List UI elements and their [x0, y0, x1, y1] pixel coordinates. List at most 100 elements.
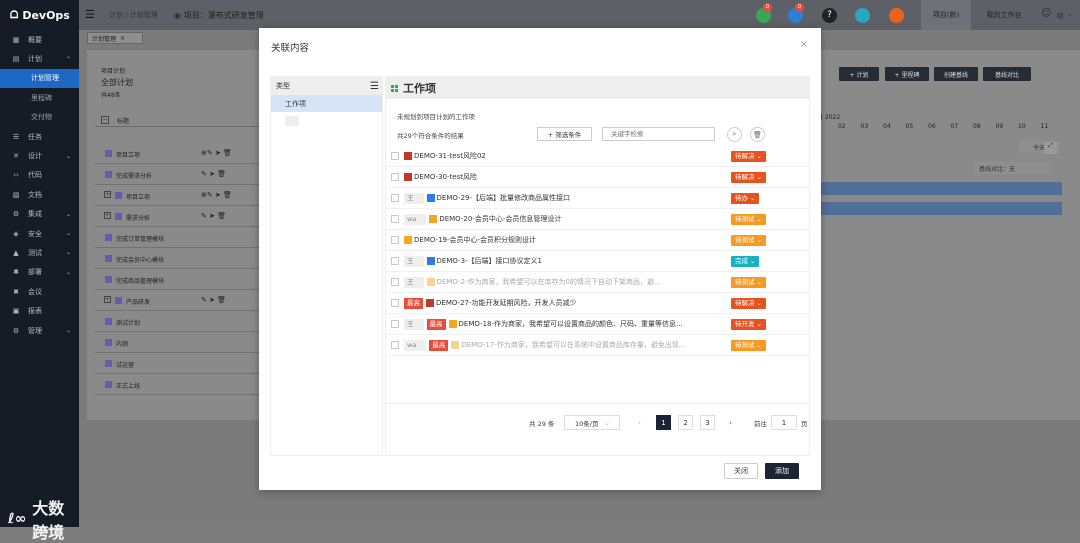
workitem-row[interactable]: 最高DEMO-27-功能开发延期风险，开发人员减少待解决⌄ — [386, 293, 809, 314]
project-name[interactable]: 项目：瀑布式研发管理 — [184, 10, 264, 21]
sidebar-item[interactable]: 计划管理 — [0, 69, 79, 88]
row-checkbox[interactable] — [391, 278, 399, 286]
add-plan-button[interactable]: + 计划 — [839, 67, 879, 81]
chevron-down-icon[interactable]: ⌄ — [1067, 11, 1072, 18]
row-actions[interactable]: ✎ ➤ 🗑 — [201, 212, 226, 220]
settings-icon[interactable] — [889, 8, 904, 23]
status-badge[interactable]: 待测试⌄ — [731, 340, 766, 351]
workitem-row[interactable]: 王DEMO-3-【后端】接口协议定义1完成⌄ — [386, 251, 809, 272]
plan-row[interactable]: 完成订单管理模块 — [95, 228, 273, 248]
prev-page-button[interactable]: ‹ — [632, 415, 647, 430]
status-badge[interactable]: 待开发⌄ — [731, 319, 766, 330]
sidebar-item[interactable]: ▦概要 — [0, 30, 79, 49]
keyword-search-input[interactable] — [602, 127, 715, 141]
sidebar-item[interactable]: ☰任务 — [0, 127, 79, 146]
close-button[interactable]: 关闭 — [724, 463, 758, 479]
app-logo[interactable]: ᗝ DevOps — [0, 0, 79, 30]
sidebar-item[interactable]: 里程碑 — [0, 88, 79, 107]
expand-row-icon[interactable]: + — [104, 296, 111, 303]
gantt-bar[interactable] — [821, 182, 1062, 195]
baseline-compare-button[interactable]: 基线对比 — [983, 67, 1031, 81]
sidebar-item[interactable]: ‹›代码 — [0, 166, 79, 185]
status-badge[interactable]: 待测试⌄ — [731, 235, 766, 246]
row-checkbox[interactable] — [391, 173, 399, 181]
link-icon[interactable] — [855, 8, 870, 23]
plan-row[interactable]: 正式上线 — [95, 375, 273, 395]
add-filter-button[interactable]: + 筛选条件 — [537, 127, 592, 141]
row-checkbox[interactable] — [391, 194, 399, 202]
sidebar-item[interactable]: ▤计划⌃ — [0, 49, 79, 68]
plan-row[interactable]: +需求分析✎ ➤ 🗑 — [95, 207, 273, 227]
plan-row[interactable]: 完成会员中心模块 — [95, 249, 273, 269]
status-badge[interactable]: 待解决⌄ — [731, 298, 766, 309]
workitem-row[interactable]: DEMO-31-test风险02待解决⌄ — [386, 146, 809, 167]
plan-row[interactable]: 项目立项⊕✎ ➤ 🗑 — [95, 144, 273, 164]
help-icon[interactable]: ? — [822, 8, 837, 23]
sidebar-item[interactable]: ▲测试⌄ — [0, 243, 79, 262]
page-tab[interactable]: 计划管理× — [87, 32, 143, 44]
workitem-row[interactable]: 王DEMO-2-作为商家，我希望可以在库存为0的情况下自动下架商品，避...待测… — [386, 272, 809, 293]
status-badge[interactable]: 待解决⌄ — [731, 151, 766, 162]
status-badge[interactable]: 完成⌄ — [731, 256, 759, 267]
menu-toggle-icon[interactable]: ☰ — [85, 8, 95, 21]
delete-icon[interactable]: 🗑 — [750, 127, 765, 142]
plan-row[interactable]: 完成商品管理模块 — [95, 270, 273, 290]
sidebar-item[interactable]: ▧文档 — [0, 185, 79, 204]
sidebar-item[interactable]: ✖会议 — [0, 282, 79, 301]
baseline-select[interactable]: 基线对比：无 — [974, 162, 1049, 174]
expand-row-icon[interactable]: + — [104, 212, 111, 219]
type-item-placeholder[interactable] — [285, 116, 299, 126]
gantt-bar[interactable] — [821, 202, 1062, 215]
row-checkbox[interactable] — [391, 215, 399, 223]
page-button[interactable]: 2 — [678, 415, 693, 430]
row-checkbox[interactable] — [391, 236, 399, 244]
workitem-row[interactable]: waDEMO-20-会员中心-会员信息管理设计待测试⌄ — [386, 209, 809, 230]
expand-icon[interactable]: ⤢ — [1044, 142, 1057, 154]
status-badge[interactable]: 待测试⌄ — [731, 214, 766, 225]
avatar[interactable]: ☺ — [1041, 8, 1051, 19]
row-actions[interactable]: ⊕✎ ➤ 🗑 — [201, 149, 232, 157]
sidebar-item[interactable]: ▣报表 — [0, 301, 79, 320]
sidebar-item[interactable]: ✕设计⌄ — [0, 146, 79, 165]
tab-project-new[interactable]: 项目(新) — [921, 0, 971, 30]
row-checkbox[interactable] — [391, 320, 399, 328]
row-checkbox[interactable] — [391, 299, 399, 307]
add-button[interactable]: 添加 — [765, 463, 799, 479]
plan-row[interactable]: 内测 — [95, 333, 273, 353]
add-milestone-button[interactable]: + 里程碑 — [885, 67, 929, 81]
sidebar-item[interactable]: ◈安全⌄ — [0, 224, 79, 243]
create-baseline-button[interactable]: 创建基线 — [934, 67, 978, 81]
row-checkbox[interactable] — [391, 257, 399, 265]
close-icon[interactable]: × — [800, 39, 808, 50]
page-size-select[interactable]: 10条/页⌄ — [564, 415, 620, 430]
plan-row[interactable]: 试运营 — [95, 354, 273, 374]
sidebar-item[interactable]: ✱部署⌄ — [0, 263, 79, 282]
workitem-row[interactable]: 王最高DEMO-18-作为商家，我希望可以设置商品的颜色、尺码、重量等信息...… — [386, 314, 809, 335]
row-checkbox[interactable] — [391, 341, 399, 349]
page-button[interactable]: 1 — [656, 415, 671, 430]
goto-page-input[interactable]: 1 — [771, 415, 797, 430]
plan-row[interactable]: +项目立项⊕✎ ➤ 🗑 — [95, 186, 273, 206]
expand-row-icon[interactable]: + — [104, 191, 111, 198]
row-actions[interactable]: ✎ ➤ 🗑 — [201, 170, 226, 178]
status-badge[interactable]: 待解决⌄ — [731, 172, 766, 183]
tab-my-workspace[interactable]: 我的工作台 — [979, 0, 1029, 30]
workitem-row[interactable]: 王DEMO-29-【后端】批量修改商品属性接口待办⌄ — [386, 188, 809, 209]
search-icon[interactable]: ⌕ — [727, 127, 742, 142]
row-actions[interactable]: ✎ ➤ 🗑 — [201, 296, 226, 304]
sidebar-item[interactable]: 交付物 — [0, 108, 79, 127]
sidebar-item[interactable]: ⚙管理⌄ — [0, 321, 79, 340]
next-page-button[interactable]: › — [723, 415, 738, 430]
row-actions[interactable]: ⊕✎ ➤ 🗑 — [201, 191, 232, 199]
plan-row[interactable]: +产品研发✎ ➤ 🗑 — [95, 291, 273, 311]
workitem-row[interactable]: DEMO-30-test风险待解决⌄ — [386, 167, 809, 188]
status-badge[interactable]: 待办⌄ — [731, 193, 759, 204]
collapse-all-icon[interactable]: − — [101, 116, 109, 124]
plan-row[interactable]: 完成需求分析✎ ➤ 🗑 — [95, 165, 273, 185]
status-badge[interactable]: 待测试⌄ — [731, 277, 766, 288]
sidebar-item[interactable]: ⚙集成⌄ — [0, 205, 79, 224]
menu-icon[interactable]: ☰ — [370, 81, 379, 92]
close-icon[interactable]: × — [120, 35, 125, 42]
plan-row[interactable]: 测试计划 — [95, 312, 273, 332]
type-item-workitem[interactable]: 工作项 — [271, 95, 382, 112]
